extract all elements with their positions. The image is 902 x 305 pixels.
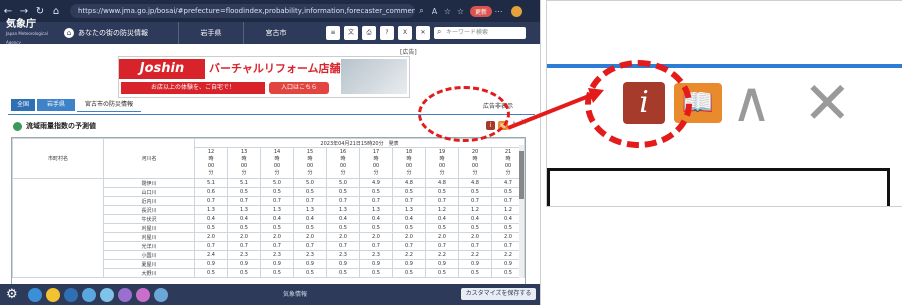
callout-arrow: [507, 88, 604, 130]
arrow-line: [507, 92, 595, 130]
